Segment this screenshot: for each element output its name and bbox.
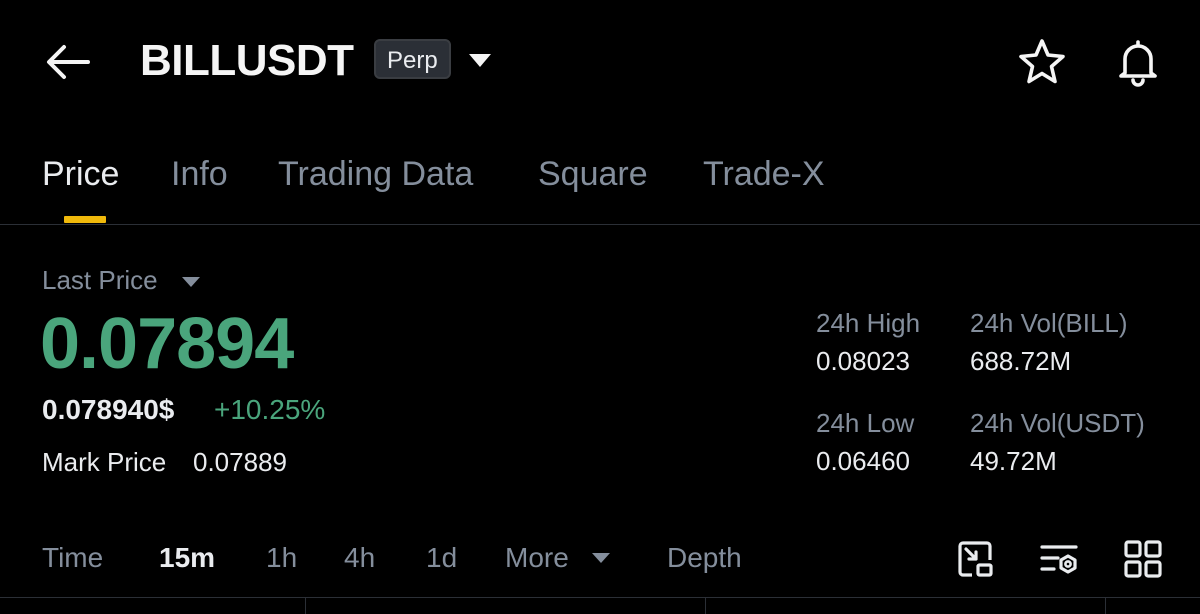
tab-square[interactable]: Square xyxy=(538,152,648,196)
stat-high-value: 0.08023 xyxy=(816,346,910,376)
caret-down-icon[interactable] xyxy=(180,274,202,290)
depth-tab[interactable]: Depth xyxy=(667,538,742,578)
tab-trading-data[interactable]: Trading Data xyxy=(278,152,473,196)
tab-divider xyxy=(0,224,1200,225)
interval-1d[interactable]: 1d xyxy=(426,538,457,578)
interval-time[interactable]: Time xyxy=(42,538,103,578)
chart-expand-icon[interactable] xyxy=(954,538,996,580)
star-icon[interactable] xyxy=(1016,36,1068,88)
usd-price: 0.078940$ xyxy=(42,394,175,425)
back-arrow-icon[interactable] xyxy=(44,40,92,84)
chart-grid-tick xyxy=(305,597,306,614)
last-price-value: 0.07894 xyxy=(40,304,294,384)
chart-grid-tick xyxy=(705,597,706,614)
chart-grid-tick xyxy=(1105,597,1106,614)
interval-more[interactable]: More xyxy=(505,538,569,578)
price-change-percent: +10.25% xyxy=(214,394,326,425)
stat-vol-base-label: 24h Vol(BILL) xyxy=(970,308,1128,338)
mark-price-value: 0.07889 xyxy=(193,447,287,477)
interval-4h[interactable]: 4h xyxy=(344,538,375,578)
contract-type-badge[interactable]: Perp xyxy=(374,39,451,79)
caret-down-icon[interactable] xyxy=(466,50,494,72)
stat-high-label: 24h High xyxy=(816,308,921,338)
interval-15m[interactable]: 15m xyxy=(159,538,215,578)
stat-vol-base-value: 688.72M xyxy=(970,346,1072,376)
tab-trade-x[interactable]: Trade-X xyxy=(703,152,825,196)
indicator-settings-icon[interactable] xyxy=(1038,538,1080,580)
chart-top-divider xyxy=(0,597,1200,598)
grid-layout-icon[interactable] xyxy=(1122,538,1164,580)
tab-info[interactable]: Info xyxy=(171,152,228,196)
active-tab-indicator xyxy=(64,216,106,223)
stat-vol-quote-label: 24h Vol(USDT) xyxy=(970,408,1145,438)
caret-down-icon[interactable] xyxy=(590,550,612,566)
interval-1h[interactable]: 1h xyxy=(266,538,297,578)
stat-low-value: 0.06460 xyxy=(816,446,910,476)
symbol-title[interactable]: BILLUSDT xyxy=(140,34,354,88)
mark-price-label: Mark Price xyxy=(42,447,167,477)
last-price-selector[interactable]: Last Price xyxy=(42,262,158,298)
stat-low-label: 24h Low xyxy=(816,408,915,438)
bell-icon[interactable] xyxy=(1112,36,1164,88)
tab-price[interactable]: Price xyxy=(42,152,119,196)
stat-vol-quote-value: 49.72M xyxy=(970,446,1057,476)
